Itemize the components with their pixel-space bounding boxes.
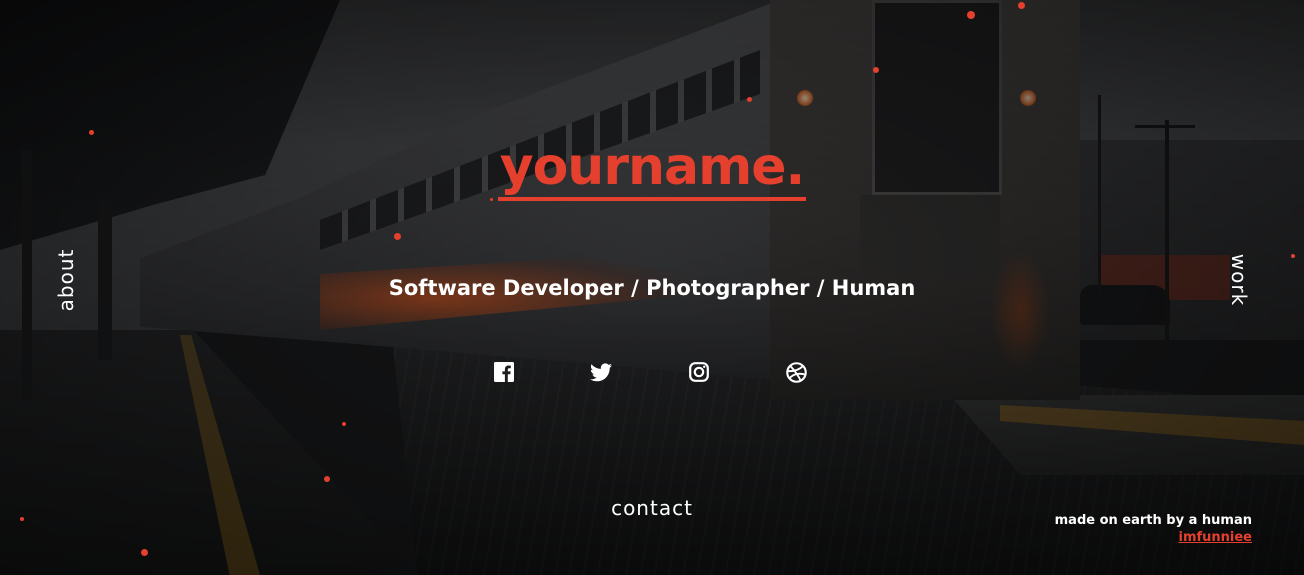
facebook-icon	[494, 362, 514, 382]
particle-dot	[490, 198, 493, 201]
particle-dot	[89, 130, 94, 135]
social-links	[480, 360, 824, 384]
twitter-icon	[590, 362, 612, 381]
particle-dot	[873, 67, 879, 73]
particle-dot	[342, 422, 346, 426]
dribbble-link[interactable]	[784, 360, 808, 384]
particle-dot	[1018, 2, 1025, 9]
contact-link[interactable]: contact	[611, 496, 693, 520]
footer-credit-text: made on earth by a human	[1054, 513, 1252, 528]
tagline: Software Developer / Photographer / Huma…	[388, 276, 916, 300]
facebook-link[interactable]	[492, 360, 516, 384]
footer-credit: made on earth by a human imfunniee	[1055, 512, 1252, 546]
particle-dot	[394, 233, 401, 240]
instagram-icon	[689, 362, 709, 382]
particle-dot	[747, 97, 752, 102]
particle-dot	[1291, 254, 1295, 258]
dribbble-icon	[785, 361, 807, 383]
twitter-link[interactable]	[589, 360, 613, 384]
instagram-link[interactable]	[687, 360, 711, 384]
site-title: yourname.	[0, 136, 1304, 201]
particle-dot	[324, 476, 330, 482]
site-name: yourname.	[497, 137, 807, 201]
work-link[interactable]: work	[1227, 254, 1251, 306]
author-handle-link[interactable]: imfunniee	[1178, 529, 1252, 546]
particle-dot	[967, 11, 975, 19]
particle-dot	[141, 549, 148, 556]
about-link[interactable]: about	[54, 249, 78, 312]
